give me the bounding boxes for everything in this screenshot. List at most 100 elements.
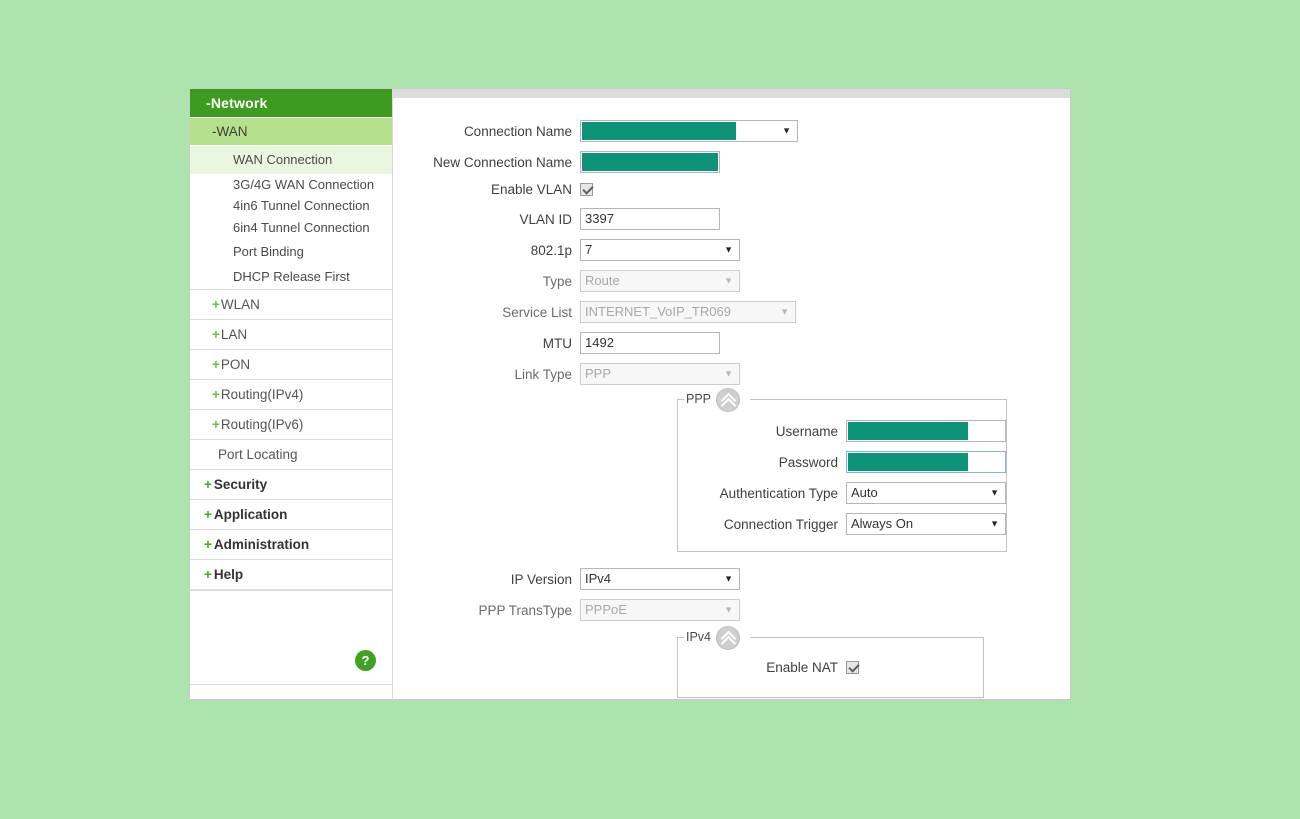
ip-version-label: IP Version (510, 571, 572, 587)
link-type-value: PPP (585, 366, 612, 381)
ppp-transtype-label: PPP TransType (478, 602, 572, 618)
sidebar-item-pon[interactable]: +PON (190, 349, 392, 381)
chevron-down-icon: ▼ (724, 368, 733, 379)
sidebar-section-application[interactable]: + Application (190, 499, 392, 531)
username-input[interactable] (846, 420, 1006, 442)
authentication-type-select[interactable]: Auto ▼ (846, 482, 1006, 504)
sidebar-item-port-binding[interactable]: Port Binding (190, 239, 392, 265)
field-row-mtu: MTU 1492 (393, 332, 1070, 354)
sidebar-item-port-locating[interactable]: Port Locating (190, 439, 392, 471)
new-connection-name-label: New Connection Name (433, 154, 572, 170)
chevron-double-up-icon[interactable] (716, 626, 740, 650)
sidebar-item-label: Routing(IPv6) (220, 417, 304, 433)
ppp-section: PPP Username Password Authentication Typ… (677, 388, 1007, 552)
sidebar-section-label: Help (213, 567, 244, 583)
sidebar-section-network[interactable]: -Network (190, 89, 392, 118)
sidebar-item-label: Routing(IPv4) (220, 387, 304, 403)
sidebar-item-wlan[interactable]: +WLAN (190, 289, 392, 321)
ip-version-select[interactable]: IPv4 ▼ (580, 568, 740, 590)
ipv4-section-legend: IPv4 (684, 630, 714, 644)
sidebar-item-dhcp-release-first[interactable]: DHCP Release First (190, 264, 392, 290)
enable-nat-label: Enable NAT (766, 660, 838, 675)
field-row-username: Username (678, 420, 1006, 442)
field-row-password: Password (678, 451, 1006, 473)
enable-nat-checkbox[interactable] (846, 661, 859, 674)
chevron-down-icon: ▼ (724, 244, 733, 255)
type-label: Type (542, 273, 572, 289)
sidebar-item-label: Port Locating (218, 447, 298, 463)
field-row-link-type: Link Type PPP ▼ (393, 363, 1070, 385)
sidebar-navigation: -Network -WAN WAN Connection 3G/4G WAN C… (189, 88, 392, 700)
redaction-block (582, 122, 736, 140)
sidebar-divider (190, 684, 392, 685)
type-select: Route ▼ (580, 270, 740, 292)
service-list-select: INTERNET_VoIP_TR069 ▼ (580, 301, 796, 323)
enable-vlan-checkbox[interactable] (580, 183, 593, 196)
username-label: Username (775, 423, 838, 439)
field-row-ip-version: IP Version IPv4 ▼ (393, 568, 1070, 590)
sidebar-item-wan-connection[interactable]: WAN Connection (190, 146, 392, 174)
password-label: Password (778, 454, 838, 470)
dot1p-label: 802.1p (530, 242, 572, 258)
question-mark-icon[interactable]: ? (355, 650, 376, 671)
vlan-id-input[interactable]: 3397 (580, 208, 720, 230)
connection-trigger-select[interactable]: Always On ▼ (846, 513, 1006, 535)
expand-plus-icon: + (204, 507, 212, 523)
sidebar-item-label: WLAN (220, 297, 260, 313)
sidebar-item-label: PON (220, 357, 251, 373)
chevron-down-icon: ▼ (990, 518, 999, 529)
service-list-label: Service List (502, 304, 572, 320)
field-row-service-list: Service List INTERNET_VoIP_TR069 ▼ (393, 301, 1070, 323)
mtu-input[interactable]: 1492 (580, 332, 720, 354)
chevron-down-icon: ▼ (724, 275, 733, 286)
ip-settings-block: IP Version IPv4 ▼ PPP TransType PPPoE ▼ (393, 568, 1070, 621)
sidebar-item-routing-ipv4[interactable]: +Routing(IPv4) (190, 379, 392, 411)
ppp-transtype-select: PPPoE ▼ (580, 599, 740, 621)
connection-name-select[interactable]: ▼ (580, 120, 798, 142)
redaction-block (848, 453, 968, 471)
dot1p-select[interactable]: 7 ▼ (580, 239, 740, 261)
sidebar-item-6in4-tunnel-connection[interactable]: 6in4 Tunnel Connection (190, 217, 392, 239)
content-panel: Connection Name ▼ New Connection Name En… (392, 88, 1071, 700)
connection-trigger-value: Always On (851, 516, 914, 531)
chevron-down-icon: ▼ (782, 125, 791, 136)
expand-plus-icon: + (212, 297, 220, 313)
sidebar-section-label: Application (213, 507, 288, 523)
password-input[interactable] (846, 451, 1006, 473)
sidebar-section-wan[interactable]: -WAN (190, 118, 392, 146)
authentication-type-value: Auto (851, 485, 878, 500)
field-row-dot1p: 802.1p 7 ▼ (393, 239, 1070, 261)
enable-vlan-label: Enable VLAN (490, 182, 572, 197)
expand-plus-icon: + (212, 327, 220, 343)
field-row-enable-vlan: Enable VLAN (393, 182, 1070, 197)
sidebar-footer: ? (190, 590, 392, 699)
sidebar-section-security[interactable]: + Security (190, 469, 392, 501)
field-row-connection-name: Connection Name ▼ (393, 120, 1070, 142)
chevron-down-icon: ▼ (990, 487, 999, 498)
sidebar-section-administration[interactable]: + Administration (190, 529, 392, 561)
sidebar-item-4in6-tunnel-connection[interactable]: 4in6 Tunnel Connection (190, 195, 392, 217)
field-row-authentication-type: Authentication Type Auto ▼ (678, 482, 1006, 504)
redaction-block (848, 422, 968, 440)
field-row-type: Type Route ▼ (393, 270, 1070, 292)
ipv4-section: IPv4 Enable NAT (677, 626, 984, 698)
chevron-down-icon: ▼ (780, 306, 789, 317)
field-row-vlan-id: VLAN ID 3397 (393, 208, 1070, 230)
field-row-enable-nat: Enable NAT (678, 660, 983, 675)
sidebar-section-help[interactable]: + Help (190, 559, 392, 591)
sidebar-item-3g-4g-wan-connection[interactable]: 3G/4G WAN Connection (190, 174, 392, 196)
field-row-connection-trigger: Connection Trigger Always On ▼ (678, 513, 1006, 535)
redaction-block (582, 153, 718, 171)
expand-plus-icon: + (212, 417, 220, 433)
expand-plus-icon: + (204, 567, 212, 583)
field-row-ppp-transtype: PPP TransType PPPoE ▼ (393, 599, 1070, 621)
sidebar-item-routing-ipv6[interactable]: +Routing(IPv6) (190, 409, 392, 441)
connection-trigger-label: Connection Trigger (723, 516, 838, 532)
type-value: Route (585, 273, 620, 288)
wan-connection-form: Connection Name ▼ New Connection Name En… (393, 98, 1070, 699)
chevron-double-up-icon[interactable] (716, 388, 740, 412)
field-row-new-connection-name: New Connection Name (393, 151, 1070, 173)
sidebar-item-lan[interactable]: +LAN (190, 319, 392, 351)
service-list-value: INTERNET_VoIP_TR069 (585, 304, 731, 319)
new-connection-name-input[interactable] (580, 151, 720, 173)
